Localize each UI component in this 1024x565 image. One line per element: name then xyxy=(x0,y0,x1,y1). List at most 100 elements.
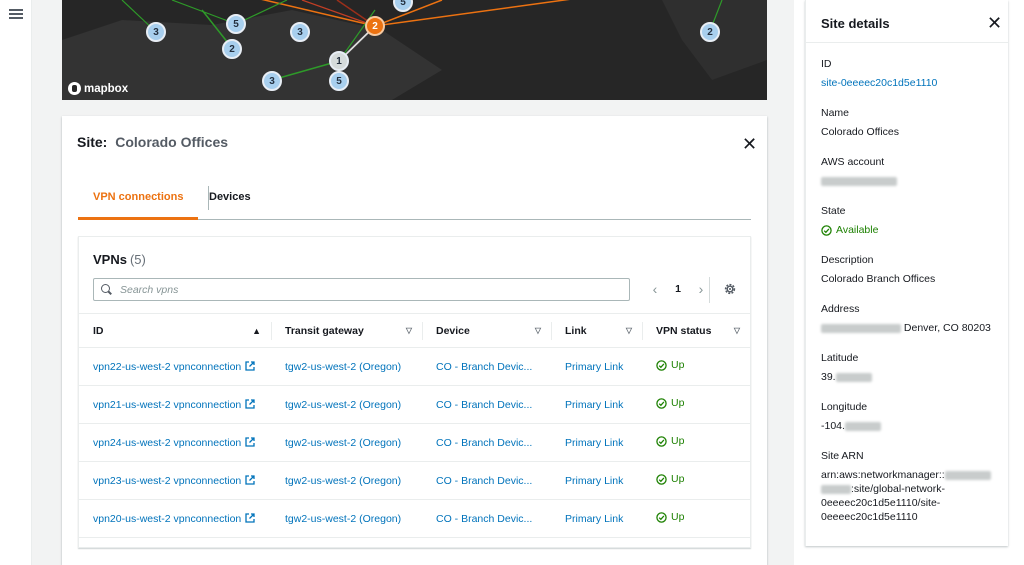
transit-gateway-link[interactable]: tgw2-us-west-2 (Oregon) xyxy=(285,513,401,525)
detail-label: Longitude xyxy=(821,401,868,413)
transit-gateway-link[interactable]: tgw2-us-west-2 (Oregon) xyxy=(285,361,401,373)
current-page-number[interactable]: 1 xyxy=(665,283,691,295)
hamburger-menu-icon[interactable] xyxy=(9,9,23,19)
vpn-status: Up xyxy=(656,511,684,523)
site-details-title: Site details xyxy=(821,16,890,31)
device-link[interactable]: CO - Branch Devic... xyxy=(436,361,532,373)
sort-icon[interactable]: ▽ xyxy=(406,326,412,335)
redacted-arn-account xyxy=(944,470,991,480)
site-name: Colorado Offices xyxy=(115,134,229,150)
success-check-icon xyxy=(656,398,667,409)
site-cluster-marker[interactable]: 5 xyxy=(226,14,246,34)
transit-gateway-link[interactable]: tgw2-us-west-2 (Oregon) xyxy=(285,399,401,411)
detail-label: AWS account xyxy=(821,156,885,168)
vpn-status-text: Up xyxy=(671,473,685,486)
column-header-label: Transit gateway xyxy=(285,324,364,337)
site-cluster-marker[interactable]: 5 xyxy=(329,71,349,91)
site-label: Site: xyxy=(77,134,108,150)
cell-link: Primary Link xyxy=(551,461,642,500)
details-divider xyxy=(806,42,1009,43)
link-link[interactable]: Primary Link xyxy=(565,399,623,411)
table-row: vpn22-us-west-2 vpnconnection tgw2-us-wes… xyxy=(79,347,750,386)
external-link-icon[interactable] xyxy=(245,512,255,523)
global-network-map[interactable]: 3 5 2 3 2 5 1 5 3 2 mapbox xyxy=(62,0,767,100)
table-settings-gear-icon[interactable] xyxy=(723,282,737,296)
transit-gateway-link[interactable]: tgw2-us-west-2 (Oregon) xyxy=(285,437,401,449)
redacted-arn-account xyxy=(821,484,851,494)
link-link[interactable]: Primary Link xyxy=(565,361,623,373)
detail-latitude: Latitude 39. xyxy=(821,352,1001,384)
column-header-link[interactable]: Link ▽ xyxy=(551,313,642,348)
arn-line: :site/global-network- xyxy=(851,483,945,495)
column-header-id[interactable]: ID ▲ xyxy=(79,313,271,348)
detail-label: Name xyxy=(821,107,850,119)
redacted-account-number xyxy=(821,176,897,186)
vpns-count: (5) xyxy=(129,252,146,267)
link-link[interactable]: Primary Link xyxy=(565,513,623,525)
site-cluster-marker[interactable]: 3 xyxy=(262,71,282,91)
column-header-device[interactable]: Device ▽ xyxy=(422,313,551,348)
sort-icon[interactable]: ▽ xyxy=(535,326,541,335)
vpn-id-link[interactable]: vpn20-us-west-2 vpnconnection xyxy=(93,513,241,525)
external-link-icon[interactable] xyxy=(245,474,255,485)
device-link[interactable]: CO - Branch Devic... xyxy=(436,513,532,525)
success-check-icon xyxy=(656,474,667,485)
site-cluster-marker[interactable]: 2 xyxy=(700,22,720,42)
previous-page-icon[interactable]: ‹ xyxy=(645,281,665,297)
site-cluster-marker[interactable]: 3 xyxy=(146,22,166,42)
site-details-panel: Site details ✕ ID site-0eeeec20c1d5e1110… xyxy=(805,0,1009,546)
sort-icon[interactable]: ▽ xyxy=(734,326,740,335)
detail-value: Colorado Offices xyxy=(821,126,900,138)
detail-longitude: Longitude -104. xyxy=(821,401,1001,433)
cell-device: CO - Branch Devic... xyxy=(422,385,551,424)
column-header-label: ID xyxy=(93,324,104,337)
success-check-icon xyxy=(656,436,667,447)
cell-device: CO - Branch Devic... xyxy=(422,423,551,462)
side-navigation-gutter xyxy=(0,0,32,565)
vpn-id-link[interactable]: vpn21-us-west-2 vpnconnection xyxy=(93,399,241,411)
column-header-vpn-status[interactable]: VPN status ▽ xyxy=(642,313,750,348)
site-cluster-marker[interactable]: 1 xyxy=(329,51,349,71)
sort-ascending-icon[interactable]: ▲ xyxy=(252,326,261,336)
cell-transit-gateway: tgw2-us-west-2 (Oregon) xyxy=(271,499,422,538)
search-input[interactable] xyxy=(120,283,600,296)
site-id-link[interactable]: site-0eeeec20c1d5e1110 xyxy=(821,77,937,89)
vpn-status: Up xyxy=(656,397,684,409)
site-cluster-marker[interactable]: 2 xyxy=(222,39,242,59)
detail-label: State xyxy=(821,205,846,217)
address-city: Denver, CO 80203 xyxy=(903,322,991,334)
cell-id: vpn20-us-west-2 vpnconnection xyxy=(79,499,271,538)
vpn-id-link[interactable]: vpn24-us-west-2 vpnconnection xyxy=(93,437,241,449)
tab-vpn-connections[interactable]: VPN connections xyxy=(78,186,199,220)
link-link[interactable]: Primary Link xyxy=(565,475,623,487)
cell-link: Primary Link xyxy=(551,423,642,462)
vpn-status: Up xyxy=(656,359,684,371)
external-link-icon[interactable] xyxy=(245,436,255,447)
mapbox-logo-icon xyxy=(68,82,81,95)
cell-link: Primary Link xyxy=(551,499,642,538)
tab-devices[interactable]: Devices xyxy=(194,186,266,220)
detail-label: Address xyxy=(821,303,860,315)
site-cluster-marker-selected[interactable]: 2 xyxy=(365,16,385,36)
next-page-icon[interactable]: › xyxy=(691,281,711,297)
link-link[interactable]: Primary Link xyxy=(565,437,623,449)
search-box xyxy=(93,278,630,301)
external-link-icon[interactable] xyxy=(245,360,255,371)
redacted-longitude xyxy=(844,421,881,431)
close-details-icon[interactable]: ✕ xyxy=(987,14,1002,32)
device-link[interactable]: CO - Branch Devic... xyxy=(436,399,532,411)
device-link[interactable]: CO - Branch Devic... xyxy=(436,437,532,449)
device-link[interactable]: CO - Branch Devic... xyxy=(436,475,532,487)
column-header-transit-gateway[interactable]: Transit gateway ▽ xyxy=(271,313,422,348)
cell-device: CO - Branch Devic... xyxy=(422,461,551,500)
vpn-id-link[interactable]: vpn22-us-west-2 vpnconnection xyxy=(93,361,241,373)
detail-address: Address Denver, CO 80203 xyxy=(821,303,1001,335)
cell-id: vpn24-us-west-2 vpnconnection xyxy=(79,423,271,462)
external-link-icon[interactable] xyxy=(245,398,255,409)
sort-icon[interactable]: ▽ xyxy=(626,326,632,335)
site-cluster-marker[interactable]: 3 xyxy=(290,22,310,42)
close-site-panel-icon[interactable]: ✕ xyxy=(742,135,757,153)
vpn-status-text: Up xyxy=(671,435,685,448)
vpn-id-link[interactable]: vpn23-us-west-2 vpnconnection xyxy=(93,475,241,487)
transit-gateway-link[interactable]: tgw2-us-west-2 (Oregon) xyxy=(285,475,401,487)
